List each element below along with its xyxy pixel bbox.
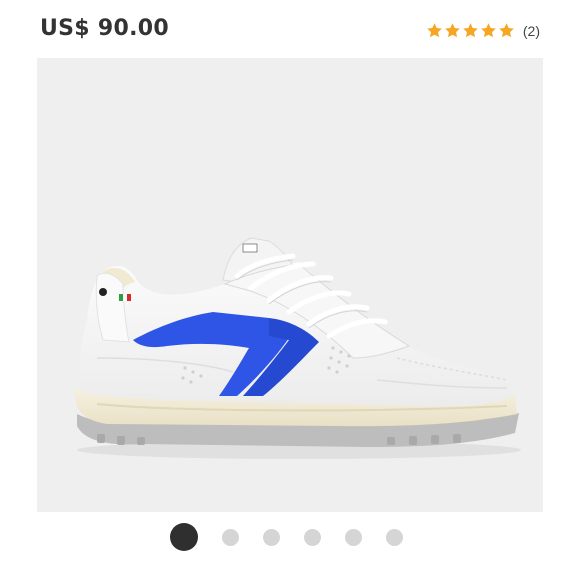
gallery-dot-5[interactable] (344, 528, 362, 546)
star-icon (444, 22, 461, 39)
product-image-gallery[interactable] (37, 58, 543, 512)
gallery-pagination (0, 522, 580, 552)
star-rating (426, 22, 515, 39)
product-price: US$ 90.00 (40, 16, 169, 41)
star-icon (426, 22, 443, 39)
gallery-dot-1[interactable] (169, 523, 198, 551)
review-count[interactable]: (2) (523, 23, 540, 39)
sneaker-image (74, 237, 521, 459)
rating[interactable]: (2) (426, 22, 540, 39)
gallery-dot-2[interactable] (221, 528, 239, 546)
star-icon (462, 22, 479, 39)
gallery-dot-6[interactable] (385, 528, 403, 546)
gallery-dot-4[interactable] (303, 528, 321, 546)
star-icon (498, 22, 515, 39)
product-header: US$ 90.00 (2) (0, 0, 580, 58)
star-icon (480, 22, 497, 39)
gallery-dot-3[interactable] (262, 528, 280, 546)
